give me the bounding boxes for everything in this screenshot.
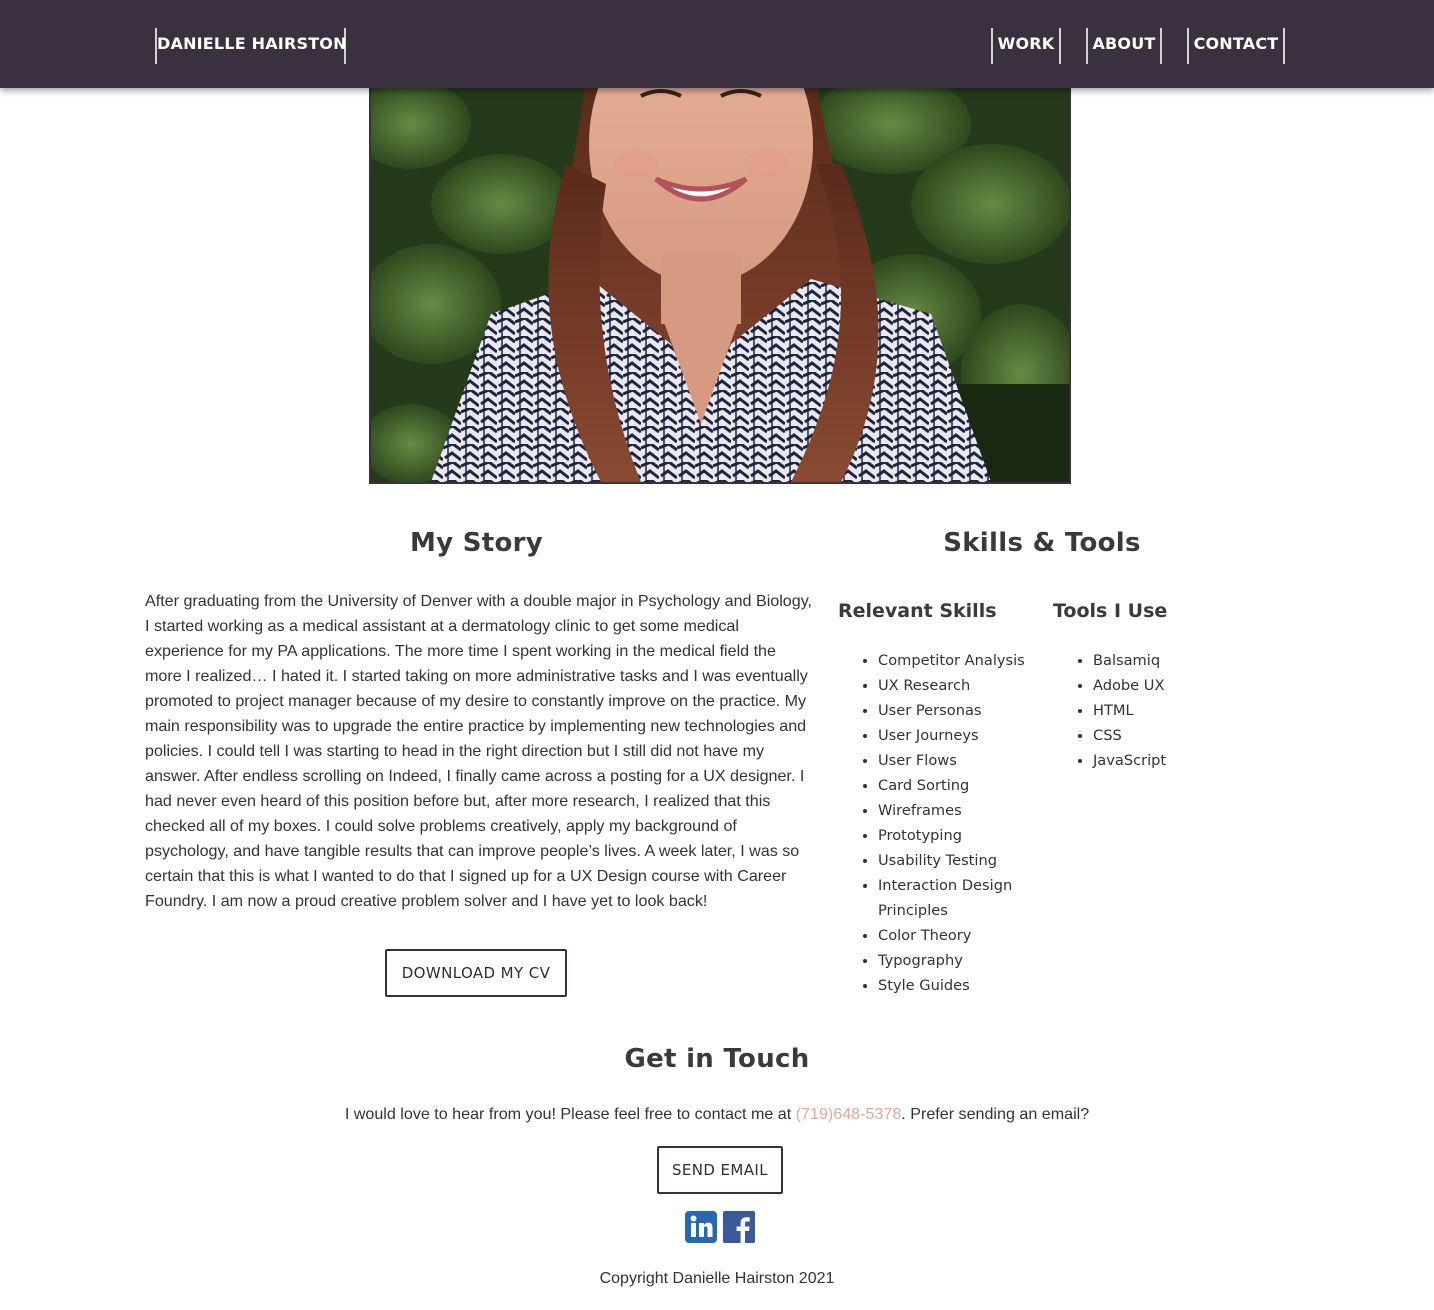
send-email-button[interactable]: SEND EMAIL xyxy=(657,1146,783,1194)
nav-contact-link[interactable]: CONTACT xyxy=(1187,28,1285,64)
copyright: Copyright Danielle Hairston 2021 xyxy=(599,1270,835,1287)
relevant-skills-heading: Relevant Skills xyxy=(838,600,997,622)
contact-text: I would love to hear from you! Please fe… xyxy=(0,1105,1434,1124)
list-item: Competitor Analysis xyxy=(878,648,1038,673)
story-paragraph: After graduating from the University of … xyxy=(145,592,813,910)
site-header: DANIELLE HAIRSTON WORK ABOUT CONTACT xyxy=(0,0,1434,88)
list-item: Usability Testing xyxy=(878,848,1038,873)
nav-work-link[interactable]: WORK xyxy=(991,28,1061,64)
list-item: Color Theory xyxy=(878,923,1038,948)
linkedin-icon[interactable] xyxy=(685,1211,717,1243)
list-item: User Journeys xyxy=(878,723,1038,748)
list-item: CSS xyxy=(1093,723,1243,748)
list-item: Card Sorting xyxy=(878,773,1038,798)
nav-about-link[interactable]: ABOUT xyxy=(1086,28,1162,64)
contact-text-before: I would love to hear from you! Please fe… xyxy=(344,1105,796,1123)
phone-link[interactable]: (719)648-5378 xyxy=(796,1105,902,1123)
list-item: Adobe UX xyxy=(1093,673,1243,698)
brand-link[interactable]: DANIELLE HAIRSTON xyxy=(155,28,347,64)
list-item: Wireframes xyxy=(878,798,1038,823)
list-item: Typography xyxy=(878,948,1038,973)
facebook-icon[interactable] xyxy=(723,1211,755,1243)
list-item: Interaction Design Principles xyxy=(878,873,1038,923)
list-item: Prototyping xyxy=(878,823,1038,848)
skills-tools-heading: Skills & Tools xyxy=(943,528,1141,558)
list-item: Balsamiq xyxy=(1093,648,1243,673)
tools-list: Balsamiq Adobe UX HTML CSS JavaScript xyxy=(1093,648,1243,773)
list-item: User Flows xyxy=(878,748,1038,773)
download-cv-button[interactable]: DOWNLOAD MY CV xyxy=(385,949,567,997)
list-item: User Personas xyxy=(878,698,1038,723)
list-item: UX Research xyxy=(878,673,1038,698)
tools-heading: Tools I Use xyxy=(1053,600,1168,622)
profile-photo xyxy=(369,82,1071,484)
list-item: HTML xyxy=(1093,698,1243,723)
my-story-heading: My Story xyxy=(409,528,544,558)
get-in-touch-heading: Get in Touch xyxy=(624,1044,810,1074)
relevant-skills-list: Competitor Analysis UX Research User Per… xyxy=(878,648,1038,998)
list-item: Style Guides xyxy=(878,973,1038,998)
contact-text-after: . Prefer sending an email? xyxy=(901,1105,1090,1123)
list-item: JavaScript xyxy=(1093,748,1243,773)
